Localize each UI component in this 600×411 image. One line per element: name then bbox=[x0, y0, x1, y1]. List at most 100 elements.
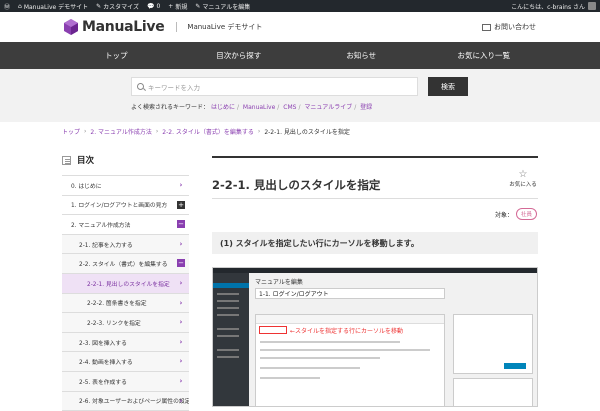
contact-link[interactable]: お問い合わせ bbox=[482, 22, 536, 32]
screenshot-annotation: ←スタイルを指定する行にカーソルを移動 bbox=[290, 328, 404, 335]
toc-item-label: 2-2-2. 箇条書きを指定 bbox=[87, 301, 147, 308]
step-heading: (1) スタイルを指定したい行にカーソルを移動します。 bbox=[212, 232, 538, 254]
divider bbox=[212, 156, 538, 158]
chevron-right-icon: › bbox=[179, 298, 183, 307]
admin-comments-link[interactable]: 💬 0 bbox=[147, 3, 160, 10]
screenshot-attributes-panel bbox=[453, 378, 533, 406]
toc-item-7[interactable]: 2-2-3. リンクを指定 › bbox=[62, 313, 189, 333]
toc-title: 目次 bbox=[77, 156, 95, 166]
target-users: 対象： 社員 bbox=[495, 208, 538, 220]
admin-customize-link[interactable]: ✎ カスタマイズ bbox=[96, 2, 139, 11]
chevron-right-icon: › bbox=[257, 127, 261, 135]
search-band: キーワードを入力 検索 よく検索されるキーワード： はじめに / ManuaLiv… bbox=[0, 69, 600, 122]
nav-toc[interactable]: 目次から探す bbox=[178, 42, 301, 69]
screenshot-sidebar bbox=[213, 273, 249, 406]
toc-item-0[interactable]: 0. はじめに › bbox=[62, 176, 189, 196]
popular-keyword[interactable]: はじめに bbox=[211, 104, 235, 111]
toc-item-label: 2-6. 対象ユーザーおよびページ属性の設定 bbox=[79, 399, 189, 406]
favorite-label: お気に入る bbox=[509, 182, 537, 188]
site-logo[interactable]: ManuaLive bbox=[82, 19, 165, 35]
search-button[interactable]: 検索 bbox=[428, 77, 468, 96]
divider bbox=[212, 198, 538, 199]
admin-greeting: こんにちは、c-brains さん bbox=[511, 3, 585, 11]
target-badge: 社員 bbox=[516, 208, 538, 220]
nav-news[interactable]: お知らせ bbox=[300, 42, 423, 69]
collapse-minus-icon[interactable]: − bbox=[177, 220, 185, 229]
chevron-right-icon: › bbox=[179, 181, 183, 189]
breadcrumb-level2[interactable]: 2-2. スタイル（書式）を編集する bbox=[162, 127, 254, 136]
nav-top[interactable]: トップ bbox=[55, 42, 178, 69]
site-name: ManuaLive デモサイト bbox=[176, 22, 262, 32]
avatar bbox=[588, 2, 596, 10]
chevron-right-icon: › bbox=[179, 239, 183, 248]
chevron-right-icon: › bbox=[179, 357, 183, 366]
admin-comments-count: 0 bbox=[156, 2, 161, 10]
chevron-right-icon: › bbox=[179, 318, 183, 327]
toc-item-9[interactable]: 2-4. 動画を挿入する › bbox=[62, 352, 189, 372]
site-header: ManuaLive ManuaLive デモサイト お問い合わせ bbox=[0, 12, 600, 42]
chevron-right-icon: › bbox=[179, 337, 183, 346]
collapse-minus-icon[interactable]: − bbox=[177, 259, 185, 268]
toc-item-1[interactable]: 1. ログイン/ログアウトと画面の見方 + bbox=[62, 196, 189, 216]
toc-item-2[interactable]: 2. マニュアル作成方法 − bbox=[62, 215, 189, 235]
popular-keyword[interactable]: ManuaLive bbox=[243, 104, 275, 111]
admin-edit-link[interactable]: ✎ マニュアルを編集 bbox=[195, 2, 250, 11]
global-nav: トップ 目次から探す お知らせ お気に入り一覧 bbox=[0, 42, 600, 69]
toc-item-10[interactable]: 2-5. 表を作成する › bbox=[62, 371, 189, 392]
toc-item-label: 2-1. 記事を入力する bbox=[79, 242, 133, 249]
toc-item-3[interactable]: 2-1. 記事を入力する › bbox=[62, 234, 189, 255]
admin-new-label: 新規 bbox=[175, 3, 188, 11]
toc-item-8[interactable]: 2-3. 図を挿入する › bbox=[62, 332, 189, 353]
toc-item-label: 2-2-1. 見出しのスタイルを指定 bbox=[87, 281, 170, 288]
admin-new-link[interactable]: + 新規 bbox=[168, 2, 187, 11]
screenshot-publish-panel bbox=[453, 314, 533, 374]
toc-item-11[interactable]: 2-6. 対象ユーザーおよびページ属性の設定 › bbox=[62, 391, 189, 411]
toc-item-label: 2-4. 動画を挿入する bbox=[79, 360, 133, 367]
popular-keyword[interactable]: CMS bbox=[283, 104, 296, 111]
breadcrumb: トップ › 2. マニュアル作成方法 › 2-2. スタイル（書式）を編集する … bbox=[62, 125, 350, 137]
toc-item-label: 0. はじめに bbox=[71, 183, 102, 190]
favorite-button[interactable]: ☆ お気に入る bbox=[508, 169, 538, 189]
toc-item-label: 2-2. スタイル（書式）を編集する bbox=[79, 262, 168, 269]
admin-site-link[interactable]: ⌂ ManuaLive デモサイト bbox=[18, 2, 88, 11]
popular-keyword[interactable]: マニュアルライブ bbox=[304, 104, 352, 111]
admin-customize-label: カスタマイズ bbox=[103, 3, 139, 11]
toc-item-label: 2. マニュアル作成方法 bbox=[71, 222, 131, 229]
expand-plus-icon[interactable]: + bbox=[177, 200, 185, 209]
chevron-right-icon: › bbox=[84, 127, 87, 135]
nav-favorites[interactable]: お気に入り一覧 bbox=[423, 42, 546, 69]
search-icon bbox=[137, 83, 144, 90]
admin-site-label: ManuaLive デモサイト bbox=[23, 3, 89, 11]
toc-item-label: 1. ログイン/ログアウトと画面の見方 bbox=[71, 203, 168, 210]
breadcrumb-home[interactable]: トップ bbox=[62, 127, 80, 136]
toc-sidebar: 目次 0. はじめに › 1. ログイン/ログアウトと画面の見方 + 2. マニ… bbox=[62, 152, 189, 411]
star-icon: ☆ bbox=[518, 169, 528, 180]
popular-keywords: よく検索されるキーワード： はじめに / ManuaLive / CMS / マニュア… bbox=[131, 104, 373, 111]
toc-item-label: 2-5. 表を作成する bbox=[79, 379, 127, 386]
chevron-right-icon: › bbox=[179, 396, 183, 405]
mail-icon bbox=[482, 23, 491, 31]
toc-item-label: 2-2-3. リンクを指定 bbox=[87, 320, 141, 327]
editor-screenshot-image: マニュアルを編集 1-1. ログイン/ログアウト ←スタイルを指定する行にカーソ… bbox=[212, 267, 538, 407]
contact-label: お問い合わせ bbox=[494, 23, 536, 31]
toc-item-4[interactable]: 2-2. スタイル（書式）を編集する − bbox=[62, 254, 189, 274]
toc-header: 目次 bbox=[62, 152, 189, 168]
breadcrumb-level1[interactable]: 2. マニュアル作成方法 bbox=[90, 127, 151, 136]
target-label: 対象： bbox=[495, 211, 514, 219]
admin-edit-label: マニュアルを編集 bbox=[202, 3, 251, 11]
chevron-right-icon: › bbox=[155, 127, 159, 135]
screenshot-title-field: 1-1. ログイン/ログアウト bbox=[255, 288, 445, 299]
popular-label: よく検索されるキーワード： bbox=[131, 104, 210, 111]
page-title: 2-2-1. 見出しのスタイルを指定 bbox=[212, 178, 381, 192]
search-input[interactable]: キーワードを入力 bbox=[131, 77, 418, 96]
admin-bar: Ⓦ ⌂ ManuaLive デモサイト ✎ カスタマイズ 💬 0 + 新規 ✎ … bbox=[0, 0, 600, 12]
toc-item-5-active[interactable]: 2-2-1. 見出しのスタイルを指定 › bbox=[62, 273, 189, 294]
breadcrumb-current: 2-2-1. 見出しのスタイルを指定 bbox=[264, 128, 350, 136]
toc-list: 0. はじめに › 1. ログイン/ログアウトと画面の見方 + 2. マニュアル… bbox=[62, 175, 189, 411]
logo-cube-icon bbox=[64, 19, 78, 35]
wp-logo-icon[interactable]: Ⓦ bbox=[4, 2, 10, 11]
admin-account-menu[interactable]: こんにちは、c-brains さん bbox=[511, 2, 596, 11]
popular-keyword[interactable]: 登録 bbox=[360, 104, 372, 111]
toc-item-6[interactable]: 2-2-2. 箇条書きを指定 › bbox=[62, 293, 189, 314]
screenshot-adminbar bbox=[213, 268, 537, 273]
